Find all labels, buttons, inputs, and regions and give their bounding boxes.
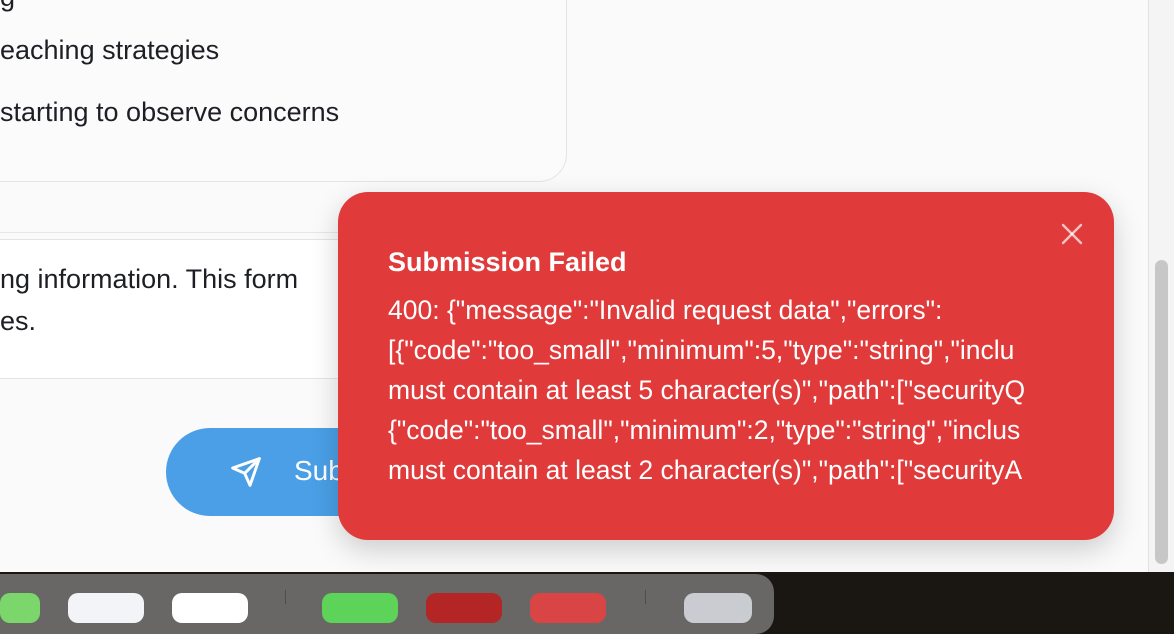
app-window: g eaching strategies starting to observe… [0,0,1148,572]
dock-app-icon[interactable] [426,593,502,623]
send-icon [231,457,261,487]
info-text-line: ng information. This form [0,264,299,294]
dock-app-icon[interactable] [172,593,248,623]
toast-message-line: {"code":"too_small","minimum":2,"type":"… [388,415,1021,445]
list-item: starting to observe concerns [0,97,340,127]
scrollbar-thumb[interactable] [1155,260,1168,564]
toast-message-line: must contain at least 2 character(s)","p… [388,455,1023,485]
dock-app-icon[interactable] [322,593,398,623]
list-item: eaching strategies [0,35,220,65]
toast-message-line: [{"code":"too_small","minimum":5,"type":… [388,335,1015,365]
toast-message-line: 400: {"message":"Invalid request data","… [388,295,943,325]
toast-message-line: must contain at least 5 character(s)","p… [388,375,1026,405]
list-item: g [0,0,15,13]
error-toast: Submission Failed 400: {"message":"Inval… [338,192,1114,540]
dock-app-icon[interactable] [530,593,606,623]
info-text-line: es. [0,306,37,336]
dock-app-icon[interactable] [0,593,40,623]
close-icon[interactable] [1060,222,1084,246]
toast-title: Submission Failed [388,247,627,277]
trash-icon[interactable] [684,593,752,623]
dock-app-icon[interactable] [68,593,144,623]
submit-button-label: Sub [294,455,344,486]
list-card [0,0,567,182]
section-divider [0,232,360,233]
